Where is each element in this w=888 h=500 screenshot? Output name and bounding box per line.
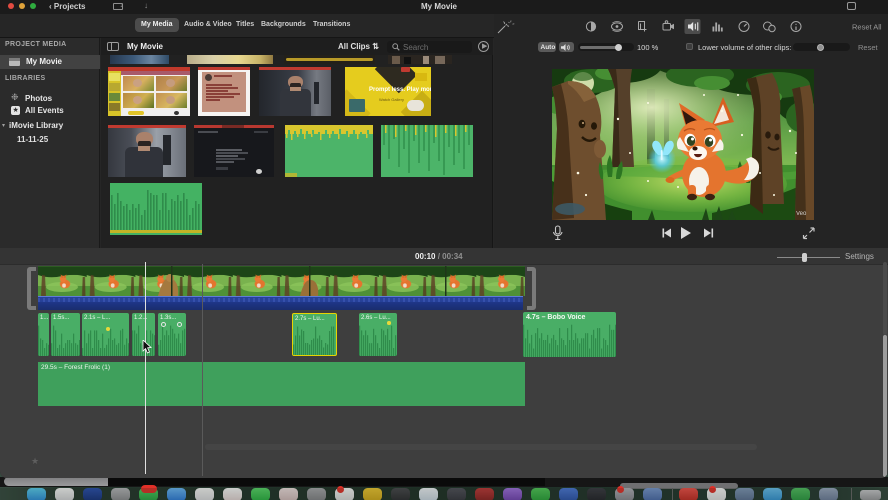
svg-text:Reset All: Reset All	[852, 23, 882, 32]
svg-text:Veo: Veo	[796, 211, 807, 217]
